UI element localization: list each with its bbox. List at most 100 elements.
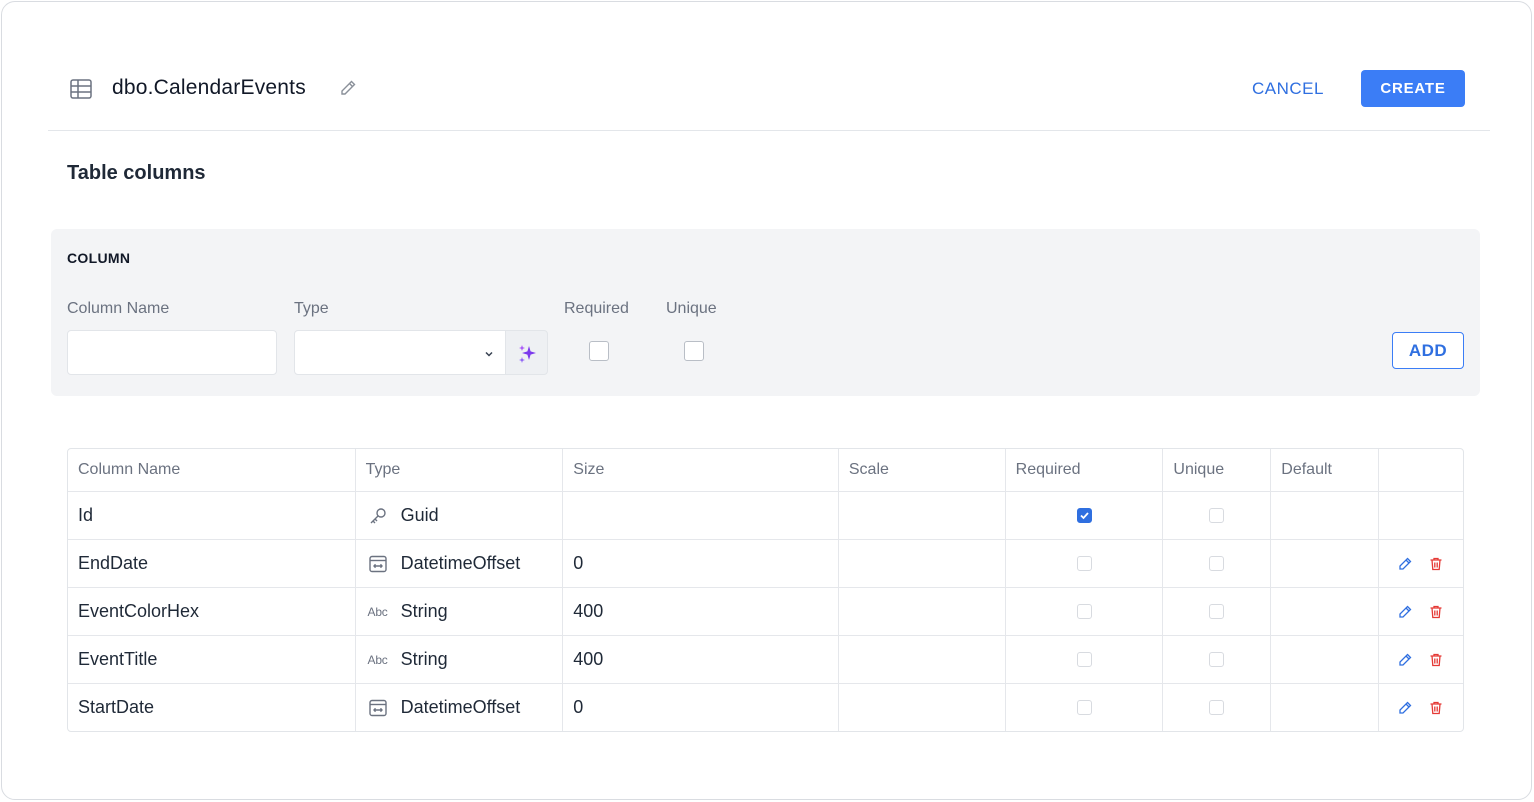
cell-actions [1378, 588, 1463, 635]
add-column-button[interactable]: ADD [1392, 332, 1464, 369]
delete-row-icon[interactable] [1428, 556, 1444, 572]
unique-checkbox[interactable] [1209, 604, 1225, 619]
table-header-row: Column Name Type Size Scale Required Uni… [68, 449, 1463, 491]
type-label-text: Guid [400, 505, 439, 525]
cell-unique [1162, 540, 1270, 587]
cell-size: 400 [562, 636, 838, 683]
cell-actions [1378, 636, 1463, 683]
header-bar: dbo.CalendarEvents CANCEL CREATE [48, 62, 1490, 131]
cell-default [1270, 588, 1378, 635]
table-row[interactable]: StartDate DatetimeOffset 0 [68, 683, 1463, 731]
panel-heading: COLUMN [67, 250, 131, 266]
cell-type: DatetimeOffset [354, 684, 563, 731]
cell-type: Abc String [354, 636, 563, 683]
edit-row-icon[interactable] [1397, 652, 1413, 668]
cell-required [1004, 636, 1163, 683]
delete-row-icon[interactable] [1428, 604, 1444, 620]
edit-row-icon[interactable] [1397, 700, 1413, 716]
cell-column-name: EndDate [78, 553, 149, 573]
column-name-input[interactable] [67, 330, 277, 375]
cell-default [1270, 492, 1378, 539]
cell-unique [1162, 492, 1270, 539]
cell-size: 0 [562, 684, 838, 731]
cell-required [1004, 684, 1163, 731]
cell-unique [1162, 684, 1270, 731]
edit-row-icon[interactable] [1397, 604, 1413, 620]
required-checkbox[interactable] [589, 341, 609, 361]
abc-icon: Abc [367, 652, 388, 667]
required-checkbox[interactable] [1076, 700, 1092, 715]
required-label: Required [564, 300, 629, 317]
abc-icon: Abc [367, 604, 388, 619]
header-actions [1378, 449, 1463, 491]
type-label-text: String [400, 649, 448, 669]
columns-table: Column Name Type Size Scale Required Uni… [67, 448, 1464, 732]
cell-required [1004, 540, 1163, 587]
datetime-icon [366, 696, 390, 720]
table-row[interactable]: Id Guid [68, 491, 1463, 539]
cell-unique [1162, 588, 1270, 635]
table-row[interactable]: EndDate DatetimeOffset 0 [68, 539, 1463, 587]
header-size: Size [562, 449, 838, 491]
delete-row-icon[interactable] [1428, 652, 1444, 668]
cell-required [1004, 588, 1163, 635]
create-button[interactable]: CREATE [1361, 70, 1465, 107]
cell-scale [837, 588, 1005, 635]
cell-actions [1378, 492, 1463, 539]
cell-column-name: EventTitle [78, 649, 158, 669]
cell-type: Abc String [354, 588, 563, 635]
table-name-title: dbo.CalendarEvents [112, 76, 306, 99]
cell-column-name: Id [78, 505, 94, 525]
type-label-text: DatetimeOffset [400, 697, 521, 717]
header-column-name: Column Name [78, 461, 181, 478]
type-label-text: DatetimeOffset [400, 553, 521, 573]
dialog-frame: dbo.CalendarEvents CANCEL CREATE Table c… [1, 1, 1532, 800]
cell-type: Guid [354, 492, 563, 539]
column-name-label: Column Name [67, 300, 170, 317]
required-checkbox[interactable] [1076, 604, 1092, 619]
required-checkbox-checked[interactable] [1076, 508, 1092, 523]
datetime-icon [366, 552, 390, 576]
unique-checkbox[interactable] [1209, 556, 1225, 571]
table-row[interactable]: EventTitle Abc String 400 [68, 635, 1463, 683]
cell-scale [837, 492, 1005, 539]
table-row[interactable]: EventColorHex Abc String 400 [68, 587, 1463, 635]
section-title: Table columns [67, 162, 206, 184]
ai-suggest-button[interactable] [505, 330, 548, 375]
edit-row-icon[interactable] [1397, 556, 1413, 572]
delete-row-icon[interactable] [1428, 700, 1444, 716]
header-unique: Unique [1162, 449, 1270, 491]
required-checkbox[interactable] [1076, 556, 1092, 571]
add-column-panel: COLUMN Column Name Type Required Unique … [51, 229, 1480, 396]
cell-actions [1378, 540, 1463, 587]
type-label-text: String [400, 601, 448, 621]
header-scale: Scale [837, 449, 1005, 491]
cell-column-name: StartDate [78, 697, 155, 717]
required-checkbox[interactable] [1076, 652, 1092, 667]
unique-checkbox[interactable] [1209, 652, 1225, 667]
cell-unique [1162, 636, 1270, 683]
unique-label: Unique [666, 300, 717, 317]
sparkles-icon [519, 345, 536, 363]
cell-scale [837, 636, 1005, 683]
header-default: Default [1270, 449, 1378, 491]
cell-size [562, 492, 838, 539]
unique-checkbox[interactable] [684, 341, 704, 361]
cell-actions [1378, 684, 1463, 731]
header-type: Type [354, 449, 563, 491]
header-required: Required [1004, 449, 1163, 491]
type-label: Type [294, 300, 329, 317]
pencil-icon[interactable] [338, 78, 358, 98]
cell-scale [837, 540, 1005, 587]
cell-default [1270, 636, 1378, 683]
type-select[interactable] [294, 330, 506, 375]
cell-default [1270, 684, 1378, 731]
cell-scale [837, 684, 1005, 731]
unique-checkbox[interactable] [1209, 508, 1225, 523]
table-icon [69, 77, 93, 101]
chevron-down-icon [483, 347, 495, 359]
cell-type: DatetimeOffset [354, 540, 563, 587]
unique-checkbox[interactable] [1209, 700, 1225, 715]
cancel-button[interactable]: CANCEL [1238, 71, 1338, 107]
cell-column-name: EventColorHex [78, 601, 200, 621]
